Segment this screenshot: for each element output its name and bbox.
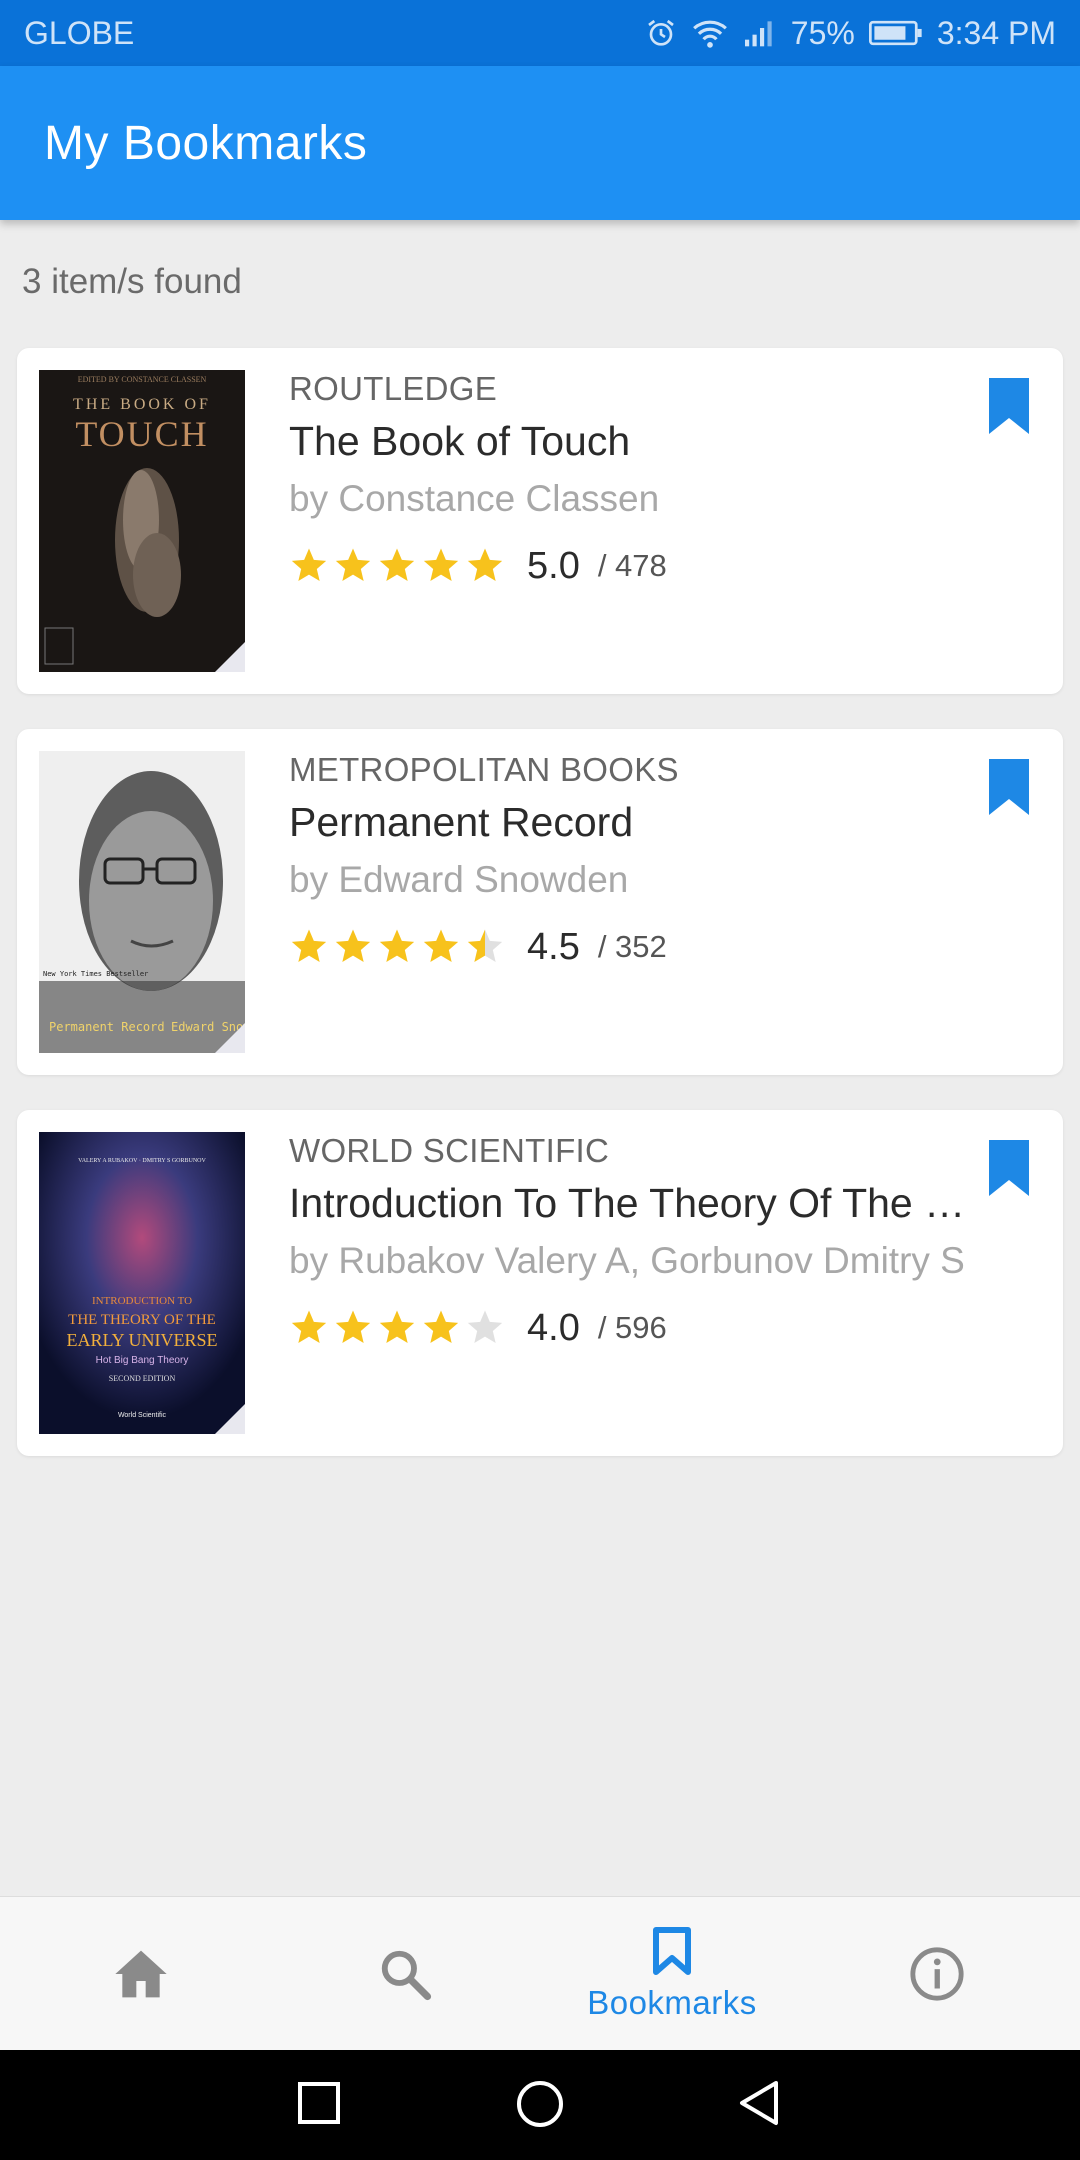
book-title[interactable]: Permanent Record bbox=[289, 799, 969, 846]
wifi-icon bbox=[692, 20, 727, 48]
cover-line2: THE THEORY OF THE bbox=[68, 1312, 216, 1328]
bookmark-card[interactable]: VALERY A RUBAKOV · DMITRY S GORBUNOV INT… bbox=[17, 1110, 1063, 1456]
book-cover: New York Times Bestseller Permanent Reco… bbox=[39, 751, 245, 1053]
bookmark-icon bbox=[653, 1927, 691, 1975]
rating-count: / 352 bbox=[597, 929, 667, 964]
cover-line4: Hot Big Bang Theory bbox=[96, 1355, 189, 1366]
search-icon bbox=[381, 1950, 432, 2001]
cover-line1: THE BOOK OF bbox=[73, 396, 211, 413]
page-title: My Bookmarks bbox=[44, 116, 368, 170]
book-cover: EDITED BY CONSTANCE CLASSEN THE BOOK OF … bbox=[39, 370, 245, 672]
cover-line1: INTRODUCTION TO bbox=[92, 1295, 192, 1307]
book-cover: VALERY A RUBAKOV · DMITRY S GORBUNOV INT… bbox=[39, 1132, 245, 1434]
star-icon bbox=[423, 548, 459, 581]
star-rating bbox=[289, 1308, 505, 1348]
nav-search[interactable] bbox=[270, 1897, 540, 2051]
info-icon bbox=[910, 1947, 964, 2001]
star-icon bbox=[335, 548, 371, 581]
star-icon bbox=[291, 548, 327, 581]
bookmark-icon[interactable] bbox=[985, 759, 1033, 815]
home-icon bbox=[115, 1950, 167, 1998]
nav-home[interactable] bbox=[6, 1897, 276, 2051]
rating-row: 4.0 / 596 bbox=[289, 1302, 667, 1354]
battery-icon bbox=[868, 20, 922, 46]
app-bar: My Bookmarks bbox=[0, 66, 1080, 220]
cover-left-text: Permanent Record bbox=[49, 1020, 165, 1034]
book-publisher: WORLD SCIENTIFIC bbox=[289, 1132, 610, 1169]
rating-value: 5.0 bbox=[527, 544, 580, 587]
book-author: by Edward Snowden bbox=[289, 859, 629, 900]
book-author: by Constance Classen bbox=[289, 478, 660, 519]
star-icon bbox=[467, 1310, 503, 1343]
rating-row: 5.0 / 478 bbox=[289, 540, 667, 592]
battery-percent: 75% bbox=[790, 14, 855, 51]
star-icon bbox=[291, 929, 327, 962]
status-icons: 75% 3:34 PM bbox=[645, 15, 1056, 52]
cover-top-text: EDITED BY CONSTANCE CLASSEN bbox=[78, 375, 207, 384]
star-rating bbox=[289, 927, 505, 967]
star-icon bbox=[423, 1310, 459, 1343]
nav-bookmarks-label: Bookmarks bbox=[587, 1984, 757, 2021]
carrier-label: GLOBE bbox=[24, 14, 135, 51]
book-publisher: ROUTLEDGE bbox=[289, 370, 498, 407]
bottom-navigation: Bookmarks bbox=[0, 1896, 1080, 2050]
book-publisher: METROPOLITAN BOOKS bbox=[289, 751, 679, 788]
cover-right-text: Edward Snowd bbox=[171, 1020, 245, 1034]
cover-line6: World Scientific bbox=[118, 1412, 167, 1419]
book-author: by Rubakov Valery A, Gorbunov Dmitry S bbox=[289, 1240, 965, 1281]
clock: 3:34 PM bbox=[936, 14, 1056, 51]
star-icon bbox=[379, 548, 415, 581]
alarm-icon bbox=[647, 19, 674, 46]
cover-line2: TOUCH bbox=[75, 414, 208, 454]
nav-bookmarks[interactable]: Bookmarks bbox=[537, 1897, 807, 2051]
signal-icon bbox=[744, 21, 772, 47]
star-icon bbox=[291, 1310, 327, 1343]
status-bar: GLOBE 75% 3:34 PM bbox=[0, 0, 1080, 66]
star-rating bbox=[289, 546, 505, 586]
bookmark-card[interactable]: New York Times Bestseller Permanent Reco… bbox=[17, 729, 1063, 1075]
star-icon bbox=[379, 929, 415, 962]
bookmark-icon[interactable] bbox=[985, 1140, 1033, 1196]
recents-icon[interactable] bbox=[296, 2078, 342, 2128]
bookmark-card[interactable]: EDITED BY CONSTANCE CLASSEN THE BOOK OF … bbox=[17, 348, 1063, 694]
cover-line3: EARLY UNIVERSE bbox=[66, 1330, 217, 1350]
star-icon bbox=[379, 1310, 415, 1343]
cover-line5: SECOND EDITION bbox=[109, 1374, 176, 1383]
rating-count: / 596 bbox=[597, 1310, 667, 1345]
cover-badge: New York Times Bestseller bbox=[43, 970, 148, 978]
back-icon[interactable] bbox=[736, 2078, 782, 2128]
nav-info[interactable] bbox=[802, 1897, 1072, 2051]
star-icon bbox=[335, 1310, 371, 1343]
results-count: 3 item/s found bbox=[22, 262, 242, 301]
star-icon bbox=[423, 929, 459, 962]
rating-value: 4.5 bbox=[527, 925, 580, 968]
star-icon bbox=[467, 548, 503, 581]
rating-count: / 478 bbox=[597, 548, 667, 583]
system-navigation-bar bbox=[0, 2050, 1080, 2160]
star-icon bbox=[335, 929, 371, 962]
rating-row: 4.5 / 352 bbox=[289, 921, 667, 973]
home-circle-icon[interactable] bbox=[514, 2078, 566, 2130]
rating-value: 4.0 bbox=[527, 1306, 580, 1349]
book-title[interactable]: The Book of Touch bbox=[289, 418, 969, 465]
book-title[interactable]: Introduction To The Theory Of The Early … bbox=[289, 1180, 969, 1227]
bookmark-icon[interactable] bbox=[985, 378, 1033, 434]
star-icon bbox=[467, 929, 503, 962]
cover-authors: VALERY A RUBAKOV · DMITRY S GORBUNOV bbox=[78, 1158, 206, 1164]
